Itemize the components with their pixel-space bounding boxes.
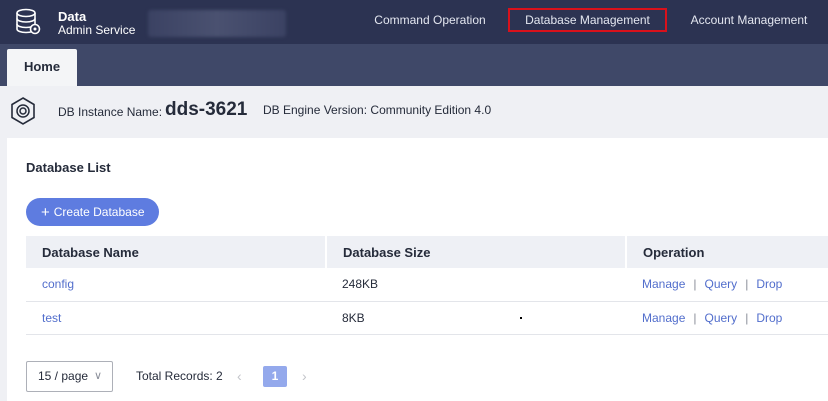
database-size: 248KB bbox=[342, 277, 379, 292]
separator: | bbox=[693, 277, 697, 292]
instance-name-label: DB Instance Name: bbox=[58, 105, 163, 119]
database-name-link[interactable]: test bbox=[42, 311, 61, 325]
engine-version: DB Engine Version: Community Edition 4.0 bbox=[263, 103, 492, 117]
brand-title: Data bbox=[58, 9, 87, 24]
create-database-label: Create Database bbox=[53, 205, 145, 219]
page-number-current[interactable]: 1 bbox=[263, 366, 287, 387]
table-row: config 248KB Manage | Query | Drop bbox=[26, 268, 828, 302]
manage-link[interactable]: Manage bbox=[642, 311, 685, 325]
nav-database-management[interactable]: Database Management bbox=[508, 8, 667, 32]
column-database-size: Database Size bbox=[326, 236, 627, 268]
database-icon bbox=[16, 8, 41, 35]
tab-bar: Home bbox=[0, 44, 828, 86]
nav-account-management[interactable]: Account Management bbox=[684, 0, 814, 44]
query-link[interactable]: Query bbox=[705, 277, 738, 291]
instance-name: dds-3621 bbox=[165, 99, 248, 120]
total-records: Total Records: 2 bbox=[136, 369, 223, 383]
database-table: Database Name Database Size Operation co… bbox=[26, 236, 828, 335]
top-navigation: Data Admin Service Command Operation Dat… bbox=[0, 0, 828, 44]
drop-link[interactable]: Drop bbox=[756, 311, 782, 325]
instance-icon bbox=[11, 97, 35, 125]
chevron-right-icon[interactable]: › bbox=[302, 368, 307, 384]
table-header: Database Name Database Size Operation bbox=[26, 236, 828, 268]
chevron-down-icon: ∨ bbox=[93, 370, 102, 382]
nav-command-operation[interactable]: Command Operation bbox=[367, 0, 493, 44]
database-name-link[interactable]: config bbox=[42, 277, 74, 291]
create-database-button[interactable]: + Create Database bbox=[26, 198, 159, 226]
page-size-select[interactable]: 15 / page ∨ bbox=[26, 361, 113, 392]
column-operation: Operation bbox=[626, 236, 828, 268]
separator: | bbox=[745, 277, 749, 292]
panel-title: Database List bbox=[26, 160, 111, 175]
column-database-name: Database Name bbox=[26, 236, 327, 268]
database-size: 8KB bbox=[342, 310, 365, 325]
tab-home[interactable]: Home bbox=[7, 49, 77, 86]
redacted-area bbox=[148, 10, 286, 37]
table-row: test 8KB Manage | Query | Drop bbox=[26, 301, 828, 335]
separator: | bbox=[693, 310, 697, 325]
drop-link[interactable]: Drop bbox=[756, 277, 782, 291]
chevron-left-icon[interactable]: ‹ bbox=[237, 368, 242, 384]
instance-info: DB Instance Name: dds-3621 DB Engine Ver… bbox=[0, 86, 828, 134]
page-size-value: 15 / page bbox=[38, 369, 89, 383]
plus-icon: + bbox=[41, 204, 50, 221]
query-link[interactable]: Query bbox=[705, 311, 738, 325]
database-list-panel: Database List + Create Database Database … bbox=[7, 138, 828, 401]
cursor-dot bbox=[519, 317, 522, 320]
separator: | bbox=[745, 310, 749, 325]
manage-link[interactable]: Manage bbox=[642, 277, 685, 291]
brand-subtitle: Admin Service bbox=[58, 23, 136, 37]
